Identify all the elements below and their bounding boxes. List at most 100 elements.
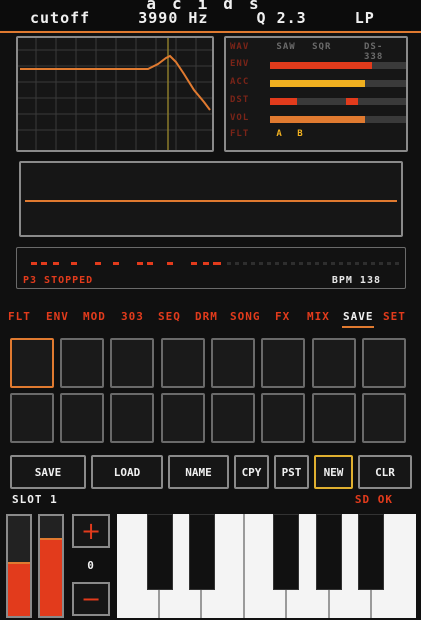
tab-fx[interactable]: FX bbox=[275, 310, 290, 323]
mixer-level-bar[interactable] bbox=[270, 62, 406, 69]
sequencer-step[interactable] bbox=[267, 262, 271, 265]
sequencer-step[interactable] bbox=[227, 262, 231, 265]
tab-bar: FLT ENV MOD 303 SEQ DRM SONG FX MIX SAVE… bbox=[0, 308, 421, 328]
preset-slot-15[interactable] bbox=[312, 393, 356, 443]
preset-slot-3[interactable] bbox=[110, 338, 154, 388]
preset-slot-7[interactable] bbox=[312, 338, 356, 388]
sequencer-step[interactable] bbox=[371, 262, 375, 265]
sequencer-step[interactable] bbox=[379, 262, 383, 265]
sequencer-step[interactable] bbox=[283, 262, 287, 265]
sequencer-step[interactable] bbox=[339, 262, 343, 265]
new-button[interactable]: NEW bbox=[314, 455, 353, 489]
save-button[interactable]: SAVE bbox=[10, 455, 86, 489]
black-key-2[interactable] bbox=[189, 514, 215, 590]
black-key-4[interactable] bbox=[316, 514, 342, 590]
wave-square[interactable]: SQR bbox=[312, 42, 331, 52]
mixer-level-fill bbox=[270, 62, 372, 69]
tab-save[interactable]: SAVE bbox=[343, 310, 374, 323]
sequencer-step[interactable] bbox=[167, 262, 173, 265]
tab-303[interactable]: 303 bbox=[121, 310, 144, 323]
preset-slot-2[interactable] bbox=[60, 338, 104, 388]
octave-up-button[interactable]: + bbox=[72, 514, 110, 548]
sequencer-step[interactable] bbox=[387, 262, 391, 265]
sequencer-step[interactable] bbox=[191, 262, 197, 265]
sequencer-step[interactable] bbox=[395, 262, 399, 265]
wave-saw[interactable]: SAW bbox=[276, 42, 295, 52]
wave-label: WAV bbox=[230, 42, 250, 52]
filter-response-graph[interactable] bbox=[16, 36, 214, 152]
preset-slot-9[interactable] bbox=[10, 393, 54, 443]
mixer-row-label: ACC bbox=[230, 77, 250, 87]
tab-mix[interactable]: MIX bbox=[307, 310, 330, 323]
flt-option-b[interactable]: B bbox=[297, 129, 303, 139]
black-key-3[interactable] bbox=[273, 514, 299, 590]
sequencer-step[interactable] bbox=[41, 262, 47, 265]
sequencer-step[interactable] bbox=[363, 262, 367, 265]
sequencer-step[interactable] bbox=[315, 262, 319, 265]
mixer-level-fill bbox=[270, 116, 365, 123]
mixer-level-bar[interactable] bbox=[270, 116, 406, 123]
bpm-display: BPM 138 bbox=[331, 275, 381, 286]
black-key-5[interactable] bbox=[358, 514, 384, 590]
piano-keyboard[interactable] bbox=[117, 514, 416, 618]
octave-down-button[interactable]: − bbox=[72, 582, 110, 616]
tab-env[interactable]: ENV bbox=[46, 310, 69, 323]
tab-flt[interactable]: FLT bbox=[8, 310, 31, 323]
tab-set[interactable]: SET bbox=[383, 310, 406, 323]
preset-slot-16[interactable] bbox=[362, 393, 406, 443]
mixer-level-bar[interactable] bbox=[270, 80, 406, 87]
graph-grid bbox=[18, 38, 212, 150]
sequencer-step[interactable] bbox=[137, 262, 143, 265]
preset-slot-5[interactable] bbox=[211, 338, 255, 388]
preset-slot-12[interactable] bbox=[161, 393, 205, 443]
level-slider-1[interactable] bbox=[6, 514, 32, 618]
sequencer-step[interactable] bbox=[307, 262, 311, 265]
tab-song[interactable]: SONG bbox=[230, 310, 261, 323]
sequencer-step[interactable] bbox=[275, 262, 279, 265]
sequencer-step[interactable] bbox=[203, 262, 209, 265]
mixer-level-marker bbox=[346, 98, 358, 105]
sequencer-step[interactable] bbox=[95, 262, 101, 265]
sequencer-step[interactable] bbox=[113, 262, 119, 265]
flt-option-a[interactable]: A bbox=[276, 129, 282, 139]
preset-slot-4[interactable] bbox=[161, 338, 205, 388]
sequencer-step[interactable] bbox=[291, 262, 295, 265]
level-slider-2[interactable] bbox=[38, 514, 64, 618]
slider-1-fill bbox=[8, 564, 30, 616]
sequencer-step[interactable] bbox=[71, 262, 77, 265]
sequencer-step[interactable] bbox=[251, 262, 255, 265]
preset-slot-8[interactable] bbox=[362, 338, 406, 388]
tab-drm[interactable]: DRM bbox=[195, 310, 218, 323]
load-button[interactable]: LOAD bbox=[91, 455, 163, 489]
sequencer-step[interactable] bbox=[213, 262, 221, 265]
paste-button[interactable]: PST bbox=[274, 455, 309, 489]
sequencer-step[interactable] bbox=[31, 262, 37, 265]
slider-2-fill bbox=[40, 540, 62, 616]
sequencer-step[interactable] bbox=[347, 262, 351, 265]
sequencer-step[interactable] bbox=[235, 262, 239, 265]
step-sequencer[interactable]: P3 STOPPED BPM 138 bbox=[16, 247, 406, 289]
name-button[interactable]: NAME bbox=[168, 455, 229, 489]
mixer-level-bar[interactable] bbox=[270, 98, 406, 105]
preset-slot-10[interactable] bbox=[60, 393, 104, 443]
sequencer-step[interactable] bbox=[331, 262, 335, 265]
sequencer-step[interactable] bbox=[243, 262, 247, 265]
clear-button[interactable]: CLR bbox=[358, 455, 412, 489]
preset-slot-11[interactable] bbox=[110, 393, 154, 443]
param-name: cutoff bbox=[30, 9, 91, 27]
sequencer-step[interactable] bbox=[53, 262, 59, 265]
preset-slot-14[interactable] bbox=[261, 393, 305, 443]
tab-seq[interactable]: SEQ bbox=[158, 310, 181, 323]
preset-slot-6[interactable] bbox=[261, 338, 305, 388]
mixer-row-1: ACC bbox=[230, 77, 406, 87]
sequencer-step[interactable] bbox=[147, 262, 153, 265]
black-key-1[interactable] bbox=[147, 514, 173, 590]
sequencer-step[interactable] bbox=[323, 262, 327, 265]
copy-button[interactable]: CPY bbox=[234, 455, 269, 489]
sequencer-step[interactable] bbox=[259, 262, 263, 265]
preset-slot-1[interactable] bbox=[10, 338, 54, 388]
preset-slot-13[interactable] bbox=[211, 393, 255, 443]
tab-mod[interactable]: MOD bbox=[83, 310, 106, 323]
sequencer-step[interactable] bbox=[355, 262, 359, 265]
sequencer-step[interactable] bbox=[299, 262, 303, 265]
